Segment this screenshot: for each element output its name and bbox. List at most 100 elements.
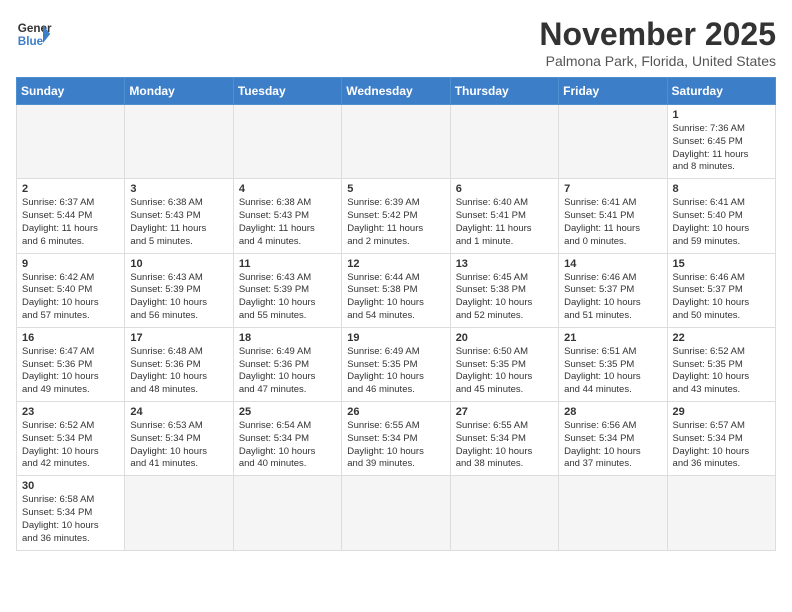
day-header-tuesday: Tuesday [233,78,341,105]
day-info: Sunrise: 6:38 AM Sunset: 5:43 PM Dayligh… [239,197,336,248]
calendar-cell [667,476,775,550]
day-header-monday: Monday [125,78,233,105]
day-number: 26 [347,406,444,418]
day-info: Sunrise: 6:52 AM Sunset: 5:35 PM Dayligh… [673,346,770,397]
location-subtitle: Palmona Park, Florida, United States [539,53,776,69]
day-number: 16 [22,332,119,344]
day-info: Sunrise: 6:46 AM Sunset: 5:37 PM Dayligh… [673,272,770,323]
day-info: Sunrise: 7:36 AM Sunset: 6:45 PM Dayligh… [673,123,770,174]
day-info: Sunrise: 6:43 AM Sunset: 5:39 PM Dayligh… [239,272,336,323]
day-number: 23 [22,406,119,418]
day-number: 8 [673,183,770,195]
day-info: Sunrise: 6:55 AM Sunset: 5:34 PM Dayligh… [347,420,444,471]
week-row-5: 23 Sunrise: 6:52 AM Sunset: 5:34 PM Dayli… [17,402,776,476]
calendar-cell: 30 Sunrise: 6:58 AM Sunset: 5:34 PM Dayli… [17,476,125,550]
day-number: 30 [22,480,119,492]
week-row-3: 9 Sunrise: 6:42 AM Sunset: 5:40 PM Daylig… [17,253,776,327]
day-number: 19 [347,332,444,344]
calendar-cell: 25Sunrise: 6:54 AM Sunset: 5:34 PM Dayli… [233,402,341,476]
day-number: 2 [22,183,119,195]
logo-icon: General Blue [16,16,52,52]
day-number: 15 [673,258,770,270]
day-info: Sunrise: 6:47 AM Sunset: 5:36 PM Dayligh… [22,346,119,397]
calendar-cell: 22 Sunrise: 6:52 AM Sunset: 5:35 PM Dayli… [667,327,775,401]
day-info: Sunrise: 6:53 AM Sunset: 5:34 PM Dayligh… [130,420,227,471]
day-header-sunday: Sunday [17,78,125,105]
header-row: SundayMondayTuesdayWednesdayThursdayFrid… [17,78,776,105]
day-number: 5 [347,183,444,195]
calendar-cell: 27 Sunrise: 6:55 AM Sunset: 5:34 PM Dayli… [450,402,558,476]
calendar-cell [233,105,341,179]
calendar-table: SundayMondayTuesdayWednesdayThursdayFrid… [16,77,776,551]
day-info: Sunrise: 6:50 AM Sunset: 5:35 PM Dayligh… [456,346,553,397]
day-number: 12 [347,258,444,270]
day-info: Sunrise: 6:52 AM Sunset: 5:34 PM Dayligh… [22,420,119,471]
day-number: 9 [22,258,119,270]
day-info: Sunrise: 6:42 AM Sunset: 5:40 PM Dayligh… [22,272,119,323]
calendar-cell: 6 Sunrise: 6:40 AM Sunset: 5:41 PM Daylig… [450,179,558,253]
calendar-cell [125,105,233,179]
day-info: Sunrise: 6:55 AM Sunset: 5:34 PM Dayligh… [456,420,553,471]
day-number: 3 [130,183,227,195]
calendar-cell: 18Sunrise: 6:49 AM Sunset: 5:36 PM Dayli… [233,327,341,401]
calendar-cell [17,105,125,179]
calendar-cell [559,476,667,550]
day-number: 24 [130,406,227,418]
day-info: Sunrise: 6:54 AM Sunset: 5:34 PM Dayligh… [239,420,336,471]
calendar-cell [342,476,450,550]
month-title: November 2025 [539,16,776,53]
calendar-cell: 8 Sunrise: 6:41 AM Sunset: 5:40 PM Daylig… [667,179,775,253]
day-number: 6 [456,183,553,195]
day-info: Sunrise: 6:38 AM Sunset: 5:43 PM Dayligh… [130,197,227,248]
calendar-cell: 3 Sunrise: 6:38 AM Sunset: 5:43 PM Daylig… [125,179,233,253]
day-header-friday: Friday [559,78,667,105]
calendar-cell: 28 Sunrise: 6:56 AM Sunset: 5:34 PM Dayli… [559,402,667,476]
day-info: Sunrise: 6:43 AM Sunset: 5:39 PM Dayligh… [130,272,227,323]
calendar-cell [125,476,233,550]
day-header-saturday: Saturday [667,78,775,105]
title-section: November 2025 Palmona Park, Florida, Uni… [539,16,776,69]
day-number: 20 [456,332,553,344]
calendar-cell: 15 Sunrise: 6:46 AM Sunset: 5:37 PM Dayli… [667,253,775,327]
calendar-cell: 13Sunrise: 6:45 AM Sunset: 5:38 PM Dayli… [450,253,558,327]
day-info: Sunrise: 6:46 AM Sunset: 5:37 PM Dayligh… [564,272,661,323]
logo: General Blue [16,16,52,52]
day-number: 22 [673,332,770,344]
day-info: Sunrise: 6:40 AM Sunset: 5:41 PM Dayligh… [456,197,553,248]
calendar-cell: 14Sunrise: 6:46 AM Sunset: 5:37 PM Dayli… [559,253,667,327]
calendar-cell: 10Sunrise: 6:43 AM Sunset: 5:39 PM Dayli… [125,253,233,327]
calendar-cell: 29Sunrise: 6:57 AM Sunset: 5:34 PM Dayli… [667,402,775,476]
week-row-1: 1Sunrise: 7:36 AM Sunset: 6:45 PM Daylig… [17,105,776,179]
day-info: Sunrise: 6:41 AM Sunset: 5:40 PM Dayligh… [673,197,770,248]
day-header-thursday: Thursday [450,78,558,105]
day-number: 28 [564,406,661,418]
calendar-cell [450,105,558,179]
svg-text:Blue: Blue [18,35,44,48]
calendar-cell: 21Sunrise: 6:51 AM Sunset: 5:35 PM Dayli… [559,327,667,401]
day-info: Sunrise: 6:58 AM Sunset: 5:34 PM Dayligh… [22,494,119,545]
day-info: Sunrise: 6:44 AM Sunset: 5:38 PM Dayligh… [347,272,444,323]
calendar-cell [450,476,558,550]
day-info: Sunrise: 6:56 AM Sunset: 5:34 PM Dayligh… [564,420,661,471]
day-info: Sunrise: 6:45 AM Sunset: 5:38 PM Dayligh… [456,272,553,323]
calendar-cell: 16 Sunrise: 6:47 AM Sunset: 5:36 PM Dayli… [17,327,125,401]
calendar-cell: 11 Sunrise: 6:43 AM Sunset: 5:39 PM Dayli… [233,253,341,327]
day-info: Sunrise: 6:39 AM Sunset: 5:42 PM Dayligh… [347,197,444,248]
day-number: 27 [456,406,553,418]
day-header-wednesday: Wednesday [342,78,450,105]
calendar-cell [342,105,450,179]
calendar-cell: 2Sunrise: 6:37 AM Sunset: 5:44 PM Daylig… [17,179,125,253]
calendar-cell: 7Sunrise: 6:41 AM Sunset: 5:41 PM Daylig… [559,179,667,253]
day-info: Sunrise: 6:41 AM Sunset: 5:41 PM Dayligh… [564,197,661,248]
header: General Blue November 2025 Palmona Park,… [16,16,776,69]
calendar-cell: 9 Sunrise: 6:42 AM Sunset: 5:40 PM Daylig… [17,253,125,327]
calendar-cell: 26 Sunrise: 6:55 AM Sunset: 5:34 PM Dayli… [342,402,450,476]
day-info: Sunrise: 6:49 AM Sunset: 5:35 PM Dayligh… [347,346,444,397]
day-number: 18 [239,332,336,344]
day-number: 11 [239,258,336,270]
calendar-cell: 20 Sunrise: 6:50 AM Sunset: 5:35 PM Dayli… [450,327,558,401]
day-number: 17 [130,332,227,344]
day-number: 21 [564,332,661,344]
day-number: 29 [673,406,770,418]
week-row-2: 2Sunrise: 6:37 AM Sunset: 5:44 PM Daylig… [17,179,776,253]
